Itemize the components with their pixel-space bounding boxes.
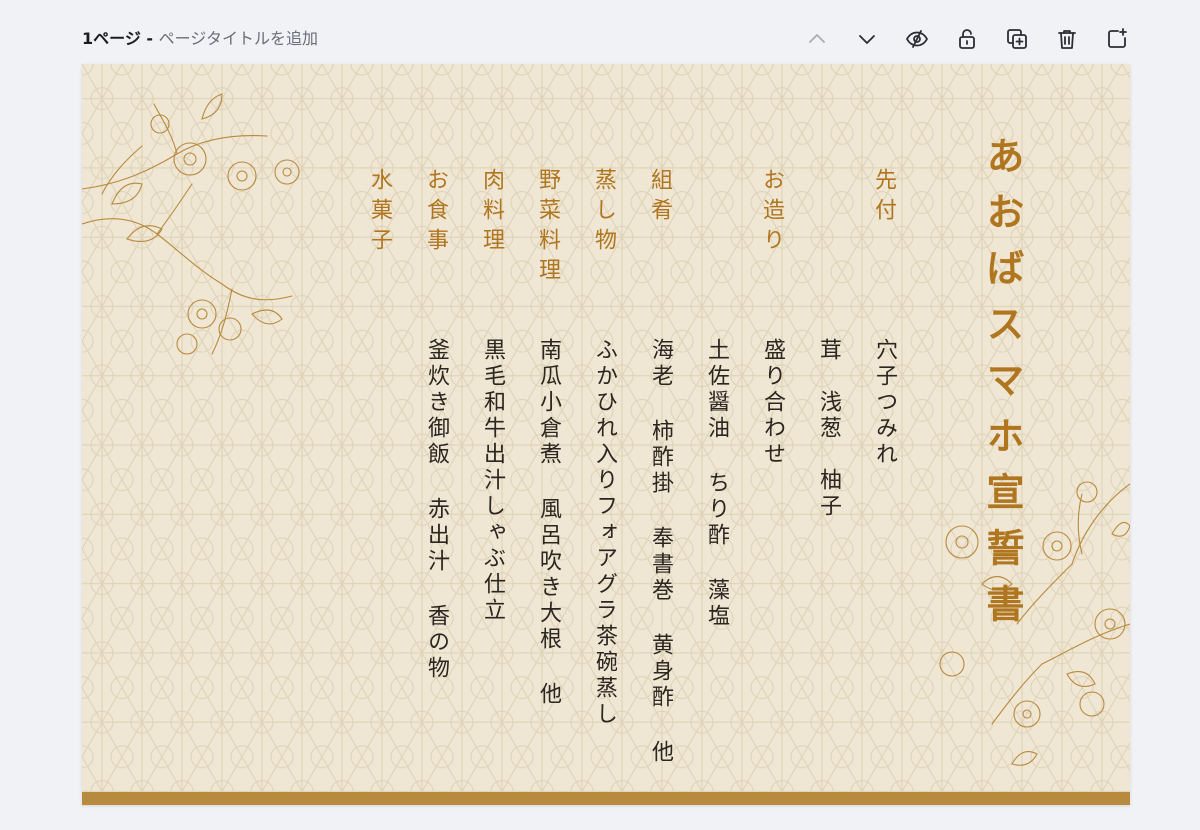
page-toolbar	[784, 22, 1134, 56]
design-canvas[interactable]: あおばスマホ宣誓書 先付 穴子つみれ 茸 浅葱 柚子 お造り 盛り合わせ 土佐醤…	[82, 64, 1130, 805]
course-label-oshokuji: お食事	[423, 168, 448, 258]
dish-otsukuri-2: 土佐醤油 ちり酢 藻塩	[704, 338, 729, 630]
chevron-up-icon	[809, 34, 825, 43]
duplicate-icon	[1007, 29, 1027, 49]
course-label-mushimono: 蒸し物	[591, 168, 616, 258]
chevron-down-icon	[859, 35, 875, 44]
page-label: 1ページ - ページタイトルを追加	[82, 28, 318, 50]
add-page-button[interactable]	[1100, 22, 1134, 56]
menu-title: あおばスマホ宣誓書	[980, 136, 1025, 640]
hide-page-button[interactable]	[900, 22, 934, 56]
duplicate-page-button[interactable]	[1000, 22, 1034, 56]
page-number: 1ページ	[82, 29, 141, 48]
course-label-mizugashi: 水菓子	[367, 168, 392, 258]
bottom-accent-band	[82, 792, 1130, 805]
dish-mushimono: ふかひれ入りフォアグラ茶碗蒸し	[592, 338, 617, 728]
page-label-separator: -	[140, 29, 159, 48]
course-label-otsukuri: お造り	[759, 168, 784, 258]
trash-icon	[1058, 30, 1076, 49]
move-page-up-button[interactable]	[800, 22, 834, 56]
dish-oshokuji: 釜炊き御飯 赤出汁 香の物	[424, 338, 449, 682]
dish-sakizuke-2: 茸 浅葱 柚子	[816, 338, 841, 520]
course-label-yasai: 野菜料理	[535, 168, 560, 288]
add-page-title-field[interactable]: ページタイトルを追加	[159, 29, 318, 48]
lock-page-button[interactable]	[950, 22, 984, 56]
dish-niku: 黒毛和牛出汁しゃぶ仕立	[480, 338, 505, 624]
move-page-down-button[interactable]	[850, 22, 884, 56]
dish-sakizuke-1: 穴子つみれ	[872, 338, 897, 468]
course-label-sakizuke: 先付	[871, 168, 896, 228]
dish-otsukuri-1: 盛り合わせ	[760, 338, 785, 468]
add-page-icon	[1108, 28, 1127, 48]
delete-page-button[interactable]	[1050, 22, 1084, 56]
dish-kumizakana: 海老 柿酢掛 奉書巻 黄身酢 他	[648, 338, 673, 766]
page-header: 1ページ - ページタイトルを追加	[0, 0, 1200, 64]
lock-icon	[959, 29, 975, 49]
course-label-kumizakana: 組肴	[647, 168, 672, 228]
course-label-niku: 肉料理	[479, 168, 504, 258]
dish-yasai: 南瓜小倉煮 風呂吹き大根 他	[536, 338, 561, 708]
eye-icon	[906, 30, 928, 48]
